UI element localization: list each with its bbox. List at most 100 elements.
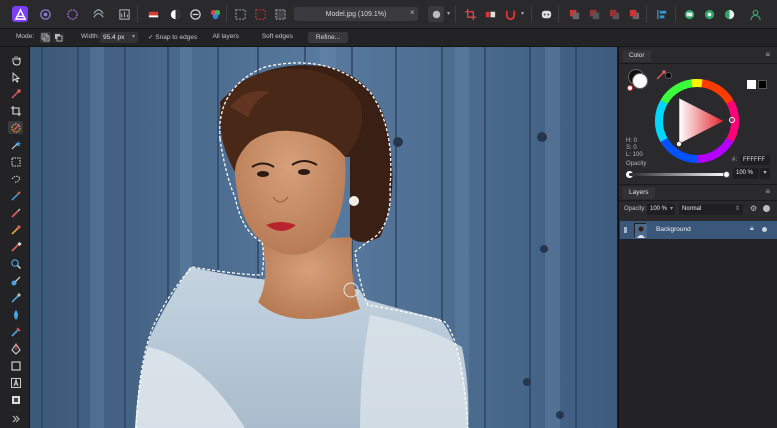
blur-brush-tool-icon[interactable] xyxy=(8,308,23,321)
soft-edges-checkbox[interactable]: Soft edges xyxy=(250,33,293,40)
width-label: Width: xyxy=(81,33,100,40)
context-toolbar: Mode: Width: 95.4 px ▾ ✓ Snap to edges A… xyxy=(0,29,777,47)
arrange-forward-icon[interactable] xyxy=(606,6,622,22)
saturation-readout: S: 0 xyxy=(626,145,637,151)
hand-tool-icon[interactable] xyxy=(8,53,23,66)
layer-visible-dot-icon[interactable] xyxy=(762,227,767,232)
align-icon[interactable] xyxy=(654,6,670,22)
move-tool-icon[interactable] xyxy=(8,70,23,83)
document-title-tab[interactable]: Model.jpg (109.1%) xyxy=(294,7,418,21)
assistant-mode-icon[interactable] xyxy=(482,6,498,22)
fill-color-well[interactable] xyxy=(632,73,648,89)
opacity-input[interactable]: 100 % xyxy=(733,168,759,179)
snapping-dropdown-icon[interactable]: ▾ xyxy=(521,10,524,17)
opacity-slider-handle[interactable] xyxy=(723,171,730,178)
layer-lock-icon[interactable]: 🔒︎ xyxy=(750,225,754,233)
document-title: Model.jpg (109.1%) xyxy=(325,10,387,18)
paint-brush-tool-icon[interactable] xyxy=(8,189,23,202)
mode-add-button[interactable] xyxy=(40,32,51,43)
layers-panel-menu-icon[interactable]: ≡ xyxy=(765,187,770,196)
pixel-tool-icon[interactable] xyxy=(8,206,23,219)
liquify-persona-icon[interactable] xyxy=(64,6,80,22)
layers-list-empty-area xyxy=(619,239,777,428)
app-logo-icon[interactable] xyxy=(12,6,28,22)
opacity-slider[interactable] xyxy=(629,173,727,176)
layer-thumbnail xyxy=(634,223,647,238)
layer-expand-icon[interactable] xyxy=(624,227,627,233)
layer-opacity-value: 100 % xyxy=(650,206,668,212)
rectangle-tool-icon[interactable] xyxy=(8,359,23,372)
opacity-dropdown-icon[interactable]: ▾ xyxy=(760,168,770,179)
layer-row-background[interactable]: Background 🔒︎ xyxy=(620,221,777,239)
account-icon[interactable] xyxy=(747,6,763,22)
mode-label: Mode: xyxy=(16,33,35,40)
opacity-label: Opacity xyxy=(626,161,647,167)
photo-image xyxy=(30,47,617,428)
view-tool-icon[interactable] xyxy=(8,393,23,406)
color-swatch-icon[interactable] xyxy=(721,6,737,22)
deselect-icon[interactable] xyxy=(252,6,268,22)
width-dropdown-icon[interactable]: ▾ xyxy=(132,32,135,43)
pen-toggle-icon[interactable] xyxy=(145,6,161,22)
auto-colors-icon[interactable] xyxy=(207,6,223,22)
close-document-icon[interactable]: × xyxy=(410,8,415,17)
document-canvas[interactable] xyxy=(30,47,617,428)
layer-visibility-toggle-icon[interactable] xyxy=(763,205,770,212)
photo-persona-icon[interactable] xyxy=(37,6,53,22)
hex-input[interactable]: FFFFFF xyxy=(740,155,770,165)
crop-icon[interactable] xyxy=(462,6,478,22)
freehand-selection-tool-icon[interactable] xyxy=(8,172,23,185)
develop-persona-icon[interactable] xyxy=(90,6,106,22)
selection-brush-tool-icon[interactable] xyxy=(8,121,23,134)
width-input[interactable]: 95.4 px ▾ xyxy=(100,32,138,43)
selection-mode-icon[interactable] xyxy=(232,6,248,22)
healing-brush-tool-icon[interactable] xyxy=(8,325,23,338)
color-panel-menu-icon[interactable]: ≡ xyxy=(765,50,770,59)
color-panel-tab[interactable]: Color xyxy=(623,50,651,62)
crop-tool-icon[interactable] xyxy=(8,104,23,117)
personas-share-icon[interactable] xyxy=(681,6,697,22)
tone-mapping-persona-icon[interactable] xyxy=(116,6,132,22)
marquee-tool-icon[interactable] xyxy=(8,155,23,168)
primary-color-swatch[interactable] xyxy=(747,80,756,89)
arrange-backward-icon[interactable] xyxy=(586,6,602,22)
blend-mode-dropdown-icon[interactable]: ⇕ xyxy=(735,204,740,215)
no-fill-icon[interactable] xyxy=(627,85,633,91)
refine-button[interactable]: Refine... xyxy=(308,32,348,43)
all-layers-label: All layers xyxy=(212,33,239,40)
snap-to-edges-label: Snap to edges xyxy=(155,34,198,41)
tools-panel xyxy=(0,47,30,428)
layer-name: Background xyxy=(656,226,691,233)
lightness-readout: L: 100 xyxy=(626,152,643,158)
color-picker-tool-icon[interactable] xyxy=(8,87,23,100)
arrange-front-icon[interactable] xyxy=(626,6,642,22)
mode-subtract-button[interactable] xyxy=(53,32,64,43)
erase-brush-tool-icon[interactable] xyxy=(8,240,23,253)
expand-tools-icon[interactable] xyxy=(8,412,23,425)
invert-selection-icon[interactable] xyxy=(272,6,288,22)
text-tool-icon[interactable] xyxy=(8,376,23,389)
pen-tool-icon[interactable] xyxy=(8,342,23,355)
flood-select-tool-icon[interactable] xyxy=(8,138,23,151)
all-layers-checkbox[interactable]: All layers xyxy=(205,33,239,40)
auto-levels-icon[interactable] xyxy=(167,6,183,22)
layer-opacity-dropdown-icon[interactable]: ▾ xyxy=(670,204,673,215)
smudge-brush-tool-icon[interactable] xyxy=(8,291,23,304)
secondary-color-swatch[interactable] xyxy=(758,80,767,89)
quick-mask-icon[interactable] xyxy=(428,6,444,22)
snapping-icon[interactable] xyxy=(502,6,518,22)
layer-settings-gear-icon[interactable]: ⚙ xyxy=(750,204,757,213)
arrange-back-icon[interactable] xyxy=(566,6,582,22)
snap-to-edges-checkbox[interactable]: ✓ Snap to edges xyxy=(148,33,197,41)
dodge-brush-tool-icon[interactable] xyxy=(8,274,23,287)
assistant-icon[interactable] xyxy=(538,6,554,22)
clone-brush-tool-icon[interactable] xyxy=(8,223,23,236)
quick-mask-dropdown-icon[interactable]: ▾ xyxy=(447,10,450,17)
blend-mode-select[interactable]: Normal ⇕ xyxy=(679,204,743,215)
layer-opacity-input[interactable]: 100 % ▾ xyxy=(647,204,675,215)
layers-panel-tab[interactable]: Layers xyxy=(623,187,655,199)
zoom-tool-icon[interactable] xyxy=(8,257,23,270)
collaboration-icon[interactable] xyxy=(701,6,717,22)
color-wheel[interactable] xyxy=(652,76,742,166)
auto-contrast-icon[interactable] xyxy=(187,6,203,22)
